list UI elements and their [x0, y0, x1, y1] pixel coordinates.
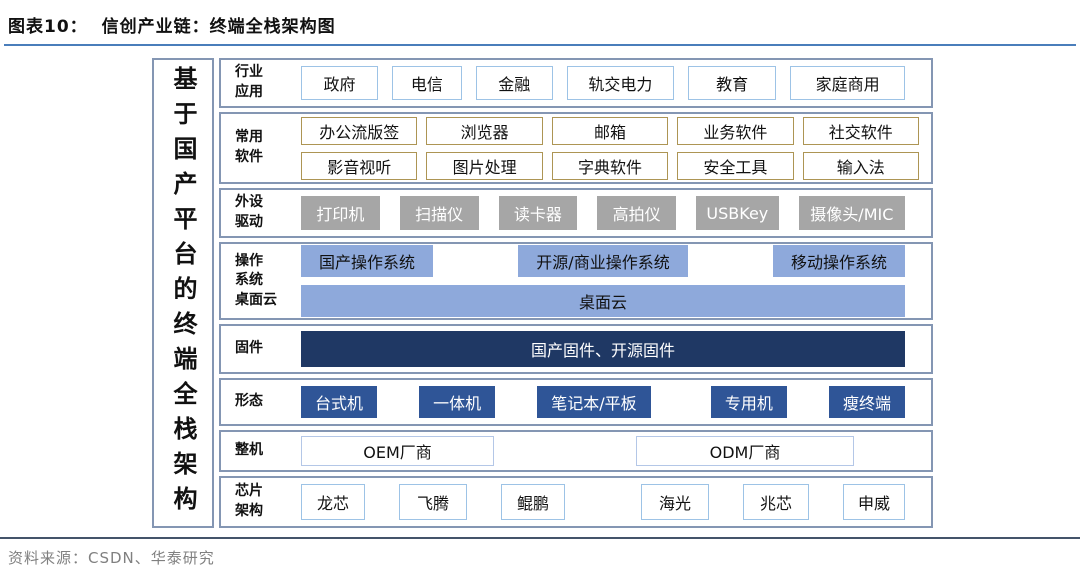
row-content: 政府 电信 金融 轨交电力 教育 家庭商用	[301, 66, 905, 100]
item-box: 飞腾	[399, 484, 467, 520]
footer-divider	[0, 537, 1080, 539]
row-common-software: 常用 软件 办公流版签 浏览器 邮箱 业务软件 社交软件 影音视听 图片处理 字…	[219, 112, 933, 184]
item-box: 打印机	[301, 196, 380, 230]
item-box: 笔记本/平板	[537, 386, 650, 418]
row-label: 行业 应用	[235, 63, 291, 102]
item-box: 业务软件	[677, 117, 793, 145]
item-box: 台式机	[301, 386, 377, 418]
row-label: 常用 软件	[235, 128, 291, 167]
row-content: OEM厂商 ODM厂商	[301, 436, 905, 466]
item-box: 政府	[301, 66, 378, 100]
row-label: 形态	[235, 392, 291, 412]
item-box: 浏览器	[426, 117, 542, 145]
item-box: 一体机	[419, 386, 495, 418]
item-box: 国产操作系统	[301, 245, 433, 277]
title-divider	[4, 44, 1076, 46]
architecture-diagram: 基于国产平台的终端全栈架构 行业 应用 政府 电信 金融 轨交电力 教育 家庭商…	[152, 58, 933, 528]
row-label: 操作 系统 桌面云	[235, 252, 291, 311]
row-label: 整机	[235, 441, 291, 461]
row-label: 固件	[235, 339, 291, 359]
firmware-bar: 国产固件、开源固件	[301, 331, 905, 367]
item-box: 办公流版签	[301, 117, 417, 145]
item-box: 开源/商业操作系统	[518, 245, 687, 277]
item-box: 海光	[641, 484, 709, 520]
row-label: 外设 驱动	[235, 193, 291, 232]
item-box: 兆芯	[743, 484, 809, 520]
item-box: 邮箱	[552, 117, 668, 145]
desktop-cloud-bar: 桌面云	[301, 285, 905, 317]
row-chip-architectures: 芯片 架构 龙芯 飞腾 鲲鹏 海光 兆芯 申威	[219, 476, 933, 528]
row-content: 打印机 扫描仪 读卡器 高拍仪 USBKey 摄像头/MIC	[301, 196, 905, 230]
os-boxes: 国产操作系统 开源/商业操作系统 移动操作系统	[301, 245, 905, 277]
item-box: 高拍仪	[597, 196, 676, 230]
item-box: 家庭商用	[790, 66, 905, 100]
figure-number: 图表10：	[8, 17, 88, 37]
item-box: 摄像头/MIC	[799, 196, 905, 230]
item-box: 读卡器	[499, 196, 578, 230]
item-box: 图片处理	[426, 152, 542, 180]
row-content: 台式机 一体机 笔记本/平板 专用机 瘦终端	[301, 386, 905, 418]
row-content: 国产操作系统 开源/商业操作系统 移动操作系统 桌面云	[301, 245, 905, 317]
item-box: 字典软件	[552, 152, 668, 180]
source-note: 资料来源：CSDN、华泰研究	[8, 547, 215, 568]
side-label: 基于国产平台的终端全栈架构	[171, 66, 195, 521]
item-box: 电信	[392, 66, 462, 100]
item-box: 金融	[476, 66, 553, 100]
item-box: 轨交电力	[567, 66, 674, 100]
item-box: USBKey	[696, 196, 779, 230]
item-box: 扫描仪	[400, 196, 479, 230]
row-form-factors: 形态 台式机 一体机 笔记本/平板 专用机 瘦终端	[219, 378, 933, 426]
row-peripheral-drivers: 外设 驱动 打印机 扫描仪 读卡器 高拍仪 USBKey 摄像头/MIC	[219, 188, 933, 238]
item-box: 影音视听	[301, 152, 417, 180]
row-operating-systems: 操作 系统 桌面云 国产操作系统 开源/商业操作系统 移动操作系统 桌面云	[219, 242, 933, 320]
row-label: 芯片 架构	[235, 482, 291, 521]
item-box: ODM厂商	[636, 436, 854, 466]
item-box: OEM厂商	[301, 436, 494, 466]
item-box: 社交软件	[803, 117, 919, 145]
item-box: 移动操作系统	[773, 245, 905, 277]
figure-header: 图表10： 信创产业链：终端全栈架构图	[8, 12, 336, 37]
item-box: 鲲鹏	[501, 484, 565, 520]
side-label-box: 基于国产平台的终端全栈架构	[152, 58, 214, 528]
item-box: 龙芯	[301, 484, 365, 520]
item-box: 瘦终端	[829, 386, 905, 418]
item-box: 申威	[843, 484, 905, 520]
item-box: 输入法	[803, 152, 919, 180]
figure-title: 信创产业链：终端全栈架构图	[102, 17, 336, 37]
row-machine-vendors: 整机 OEM厂商 ODM厂商	[219, 430, 933, 472]
row-content: 国产固件、开源固件	[301, 331, 905, 367]
row-firmware: 固件 国产固件、开源固件	[219, 324, 933, 374]
item-box: 教育	[688, 66, 776, 100]
row-industry-apps: 行业 应用 政府 电信 金融 轨交电力 教育 家庭商用	[219, 58, 933, 108]
item-box: 安全工具	[677, 152, 793, 180]
row-content: 龙芯 飞腾 鲲鹏 海光 兆芯 申威	[301, 484, 905, 520]
row-content: 办公流版签 浏览器 邮箱 业务软件 社交软件 影音视听 图片处理 字典软件 安全…	[301, 117, 919, 180]
item-box: 专用机	[711, 386, 787, 418]
diagram-rows: 行业 应用 政府 电信 金融 轨交电力 教育 家庭商用 常用 软件 办公流版签 …	[219, 58, 933, 528]
